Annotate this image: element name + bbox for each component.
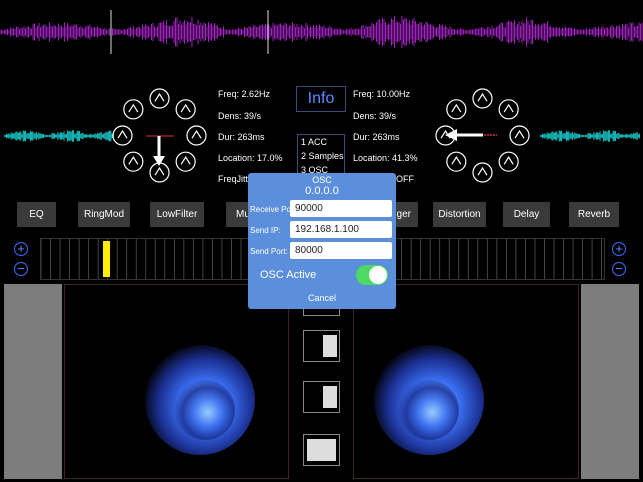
right-grain-core <box>399 380 459 440</box>
right-freq-readout: Freq: 10.00Hz <box>353 89 411 99</box>
left-location-readout: Location: 17.0% <box>218 153 283 163</box>
right-duration-readout: Dur: 263ms <box>353 132 400 142</box>
info-button[interactable]: Info <box>296 86 346 112</box>
mode-item-acc[interactable]: 1 ACC <box>301 135 344 149</box>
left-remove-button[interactable]: − <box>14 262 28 276</box>
lowfilter-button[interactable]: LowFilter <box>150 202 204 227</box>
send-ip-input[interactable]: 192.168.1.100 <box>290 221 392 238</box>
right-density-readout: Dens: 39/s <box>353 111 397 121</box>
ringmod-button[interactable]: RingMod <box>78 202 130 227</box>
send-port-label: Send Port: <box>250 247 288 256</box>
main-waveform[interactable] <box>0 8 643 56</box>
left-freqjitter-readout: FreqJitt <box>218 174 249 184</box>
delay-button[interactable]: Delay <box>503 202 550 227</box>
left-add-button[interactable]: + <box>14 242 28 256</box>
right-location-readout: Location: 41.3% <box>353 153 418 163</box>
osc-dialog-title: OSC <box>312 175 332 185</box>
right-add-button[interactable]: + <box>612 242 626 256</box>
distortion-button[interactable]: Distortion <box>433 202 486 227</box>
left-grain-waveform <box>4 130 114 142</box>
sequencer-playhead <box>103 241 110 277</box>
window-shape-4[interactable] <box>303 434 340 466</box>
osc-address: 0.0.0.0 <box>305 185 339 197</box>
right-jitter-readout: OFF <box>396 174 414 184</box>
left-freq-readout: Freq: 2.62Hz <box>218 89 271 99</box>
right-envelope-selector[interactable] <box>435 88 530 183</box>
osc-dialog: OSC 0.0.0.0 Receive Port: 90000 Send IP:… <box>248 173 396 309</box>
send-port-input[interactable]: 80000 <box>290 242 392 259</box>
eq-button[interactable]: EQ <box>17 202 56 227</box>
left-density-readout: Dens: 39/s <box>218 111 262 121</box>
right-side-panel[interactable] <box>581 284 639 479</box>
send-ip-label: Send IP: <box>250 226 281 235</box>
window-shape-3[interactable] <box>303 381 340 413</box>
reverb-button[interactable]: Reverb <box>569 202 619 227</box>
left-grain-core <box>175 380 235 440</box>
right-remove-button[interactable]: − <box>612 262 626 276</box>
left-duration-readout: Dur: 263ms <box>218 132 265 142</box>
osc-active-toggle[interactable] <box>356 265 388 285</box>
cancel-button[interactable]: Cancel <box>248 293 396 303</box>
receive-port-input[interactable]: 90000 <box>290 200 392 217</box>
right-grain-waveform <box>540 130 640 142</box>
window-shape-2[interactable] <box>303 330 340 362</box>
left-side-panel[interactable] <box>4 284 62 479</box>
left-envelope-selector[interactable] <box>112 88 207 183</box>
osc-active-label: OSC Active <box>260 269 317 281</box>
right-xy-pad[interactable] <box>353 284 579 479</box>
mode-item-samples[interactable]: 2 Samples <box>301 149 344 163</box>
left-xy-pad[interactable] <box>64 284 289 479</box>
